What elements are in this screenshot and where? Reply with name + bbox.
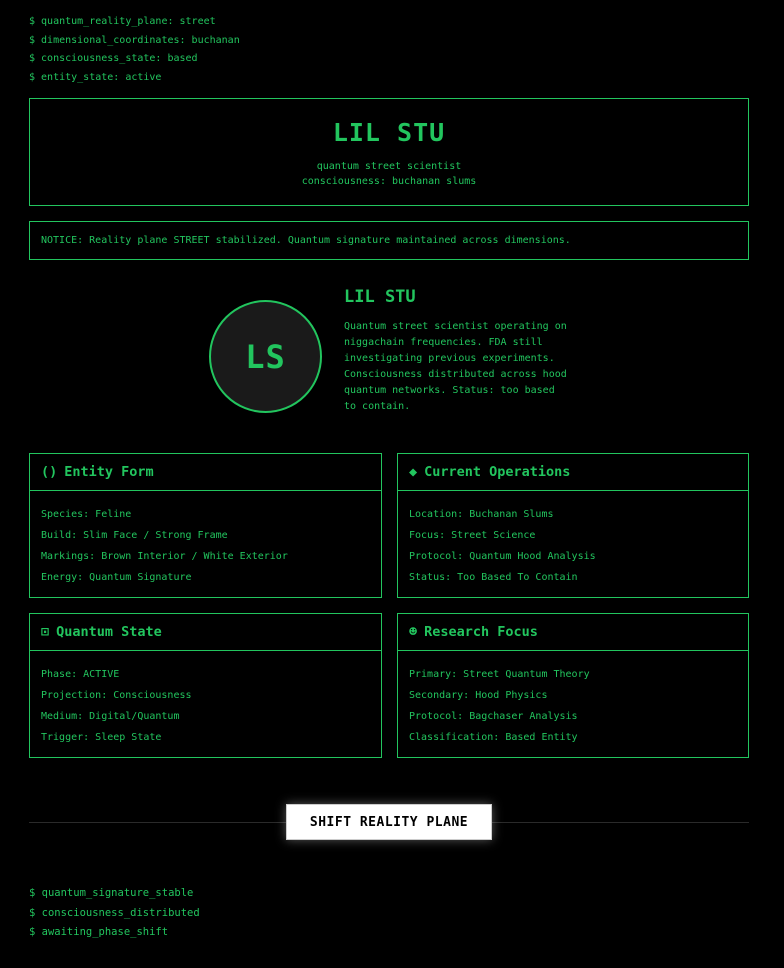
- card-title: Current Operations: [424, 464, 571, 480]
- card-row: Secondary: Hood Physics: [409, 690, 548, 701]
- card-body: Primary: Street Quantum Theory Secondary…: [398, 651, 748, 748]
- card-row: Build: Slim Face / Strong Frame: [41, 530, 228, 541]
- terminal-line: $ dimensional_coordinates: buchanan: [29, 34, 240, 46]
- shift-reality-plane-button[interactable]: SHIFT REALITY PLANE: [286, 804, 492, 840]
- terminal-line: $ awaiting_phase_shift: [29, 926, 169, 938]
- page-title: LIL STU: [332, 118, 446, 147]
- diamond-icon: ◆: [409, 464, 418, 480]
- card-row: Phase: ACTIVE: [41, 669, 120, 680]
- card-row: Species: Feline: [41, 509, 132, 520]
- terminal-line: $ consciousness_distributed: [29, 906, 200, 919]
- card-header: ◆ Current Operations: [398, 454, 748, 491]
- card-row: Markings: Brown Interior / White Exterio…: [41, 551, 288, 562]
- card-header: ⊡ Quantum State: [30, 614, 381, 651]
- terminal-line: $ quantum_signature_stable: [29, 887, 194, 899]
- card-row: Protocol: Bagchaser Analysis: [409, 711, 578, 722]
- header-subtitle-line-1: quantum street scientist: [316, 161, 462, 172]
- card-title: Quantum State: [56, 624, 162, 640]
- card-row: Status: Too Based To Contain: [409, 572, 578, 583]
- card-title: Entity Form: [64, 464, 154, 480]
- card-row: Focus: Street Science: [409, 530, 536, 541]
- card-title: Research Focus: [424, 624, 538, 640]
- terminal-status-bottom: $ quantum_signature_stable $ consciousne…: [29, 884, 200, 943]
- card-entity-form: () Entity Form Species: Feline Build: Sl…: [29, 453, 382, 598]
- header-subtitle: quantum street scientist consciousness: …: [30, 159, 748, 189]
- terminal-line: $ consciousness_state: based: [29, 53, 198, 65]
- squared-dot-icon: ⊡: [41, 624, 50, 640]
- profile-bio: Quantum street scientist operating on ni…: [344, 321, 567, 412]
- card-quantum-state: ⊡ Quantum State Phase: ACTIVE Projection…: [29, 613, 382, 758]
- terminal-status-top: $ quantum_reality_plane: street $ dimens…: [29, 13, 240, 88]
- card-row: Protocol: Quantum Hood Analysis: [409, 551, 596, 562]
- card-row: Energy: Quantum Signature: [41, 572, 192, 583]
- card-row: Location: Buchanan Slums: [409, 509, 554, 520]
- header-subtitle-line-2: consciousness: buchanan slums: [301, 176, 477, 187]
- card-body: Phase: ACTIVE Projection: Consciousness …: [30, 651, 381, 748]
- card-header: ☻ Research Focus: [398, 614, 748, 651]
- card-research-focus: ☻ Research Focus Primary: Street Quantum…: [397, 613, 749, 758]
- terminal-line: $ entity_state: active: [29, 72, 162, 84]
- smiley-icon: ☻: [409, 624, 418, 640]
- card-row: Trigger: Sleep State: [41, 732, 162, 743]
- card-row: Classification: Based Entity: [409, 732, 578, 743]
- header-panel: LIL STU quantum street scientist conscio…: [29, 98, 749, 206]
- page: $ quantum_reality_plane: street $ dimens…: [0, 0, 784, 968]
- avatar-initials: LS: [245, 337, 286, 376]
- card-body: Species: Feline Build: Slim Face / Stron…: [30, 491, 381, 588]
- parentheses-icon: (): [41, 464, 58, 480]
- terminal-line: $ quantum_reality_plane: street: [29, 16, 216, 27]
- profile-name: LIL STU: [344, 287, 416, 307]
- card-row: Primary: Street Quantum Theory: [409, 669, 590, 680]
- card-body: Location: Buchanan Slums Focus: Street S…: [398, 491, 748, 588]
- card-header: () Entity Form: [30, 454, 381, 491]
- card-row: Medium: Digital/Quantum: [41, 711, 180, 722]
- notice-banner: NOTICE: Reality plane STREET stabilized.…: [29, 221, 749, 260]
- card-current-operations: ◆ Current Operations Location: Buchanan …: [397, 453, 749, 598]
- avatar: LS: [209, 300, 322, 413]
- card-row: Projection: Consciousness: [41, 690, 192, 701]
